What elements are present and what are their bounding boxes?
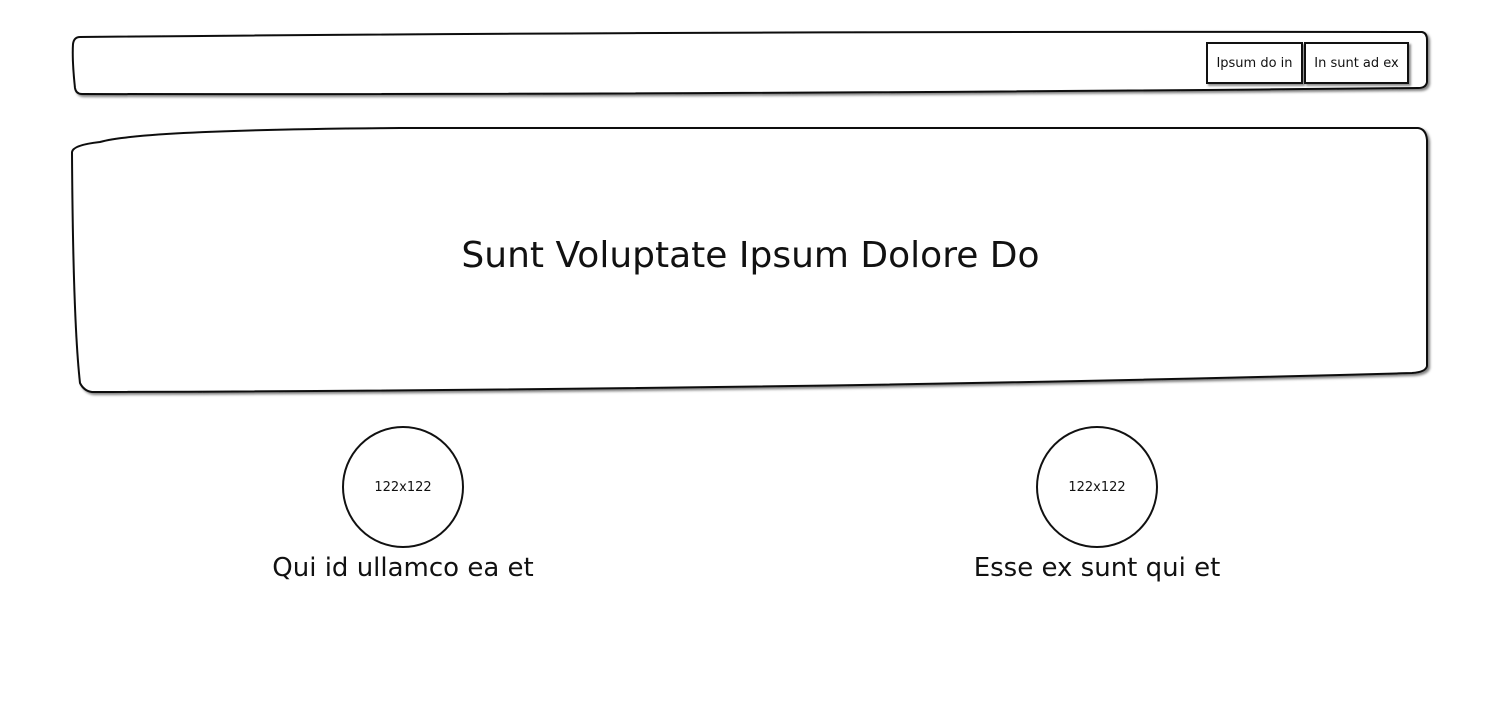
image-size-label: 122x122 bbox=[1068, 479, 1126, 495]
nav-button-ipsum-do-in[interactable]: Ipsum do in bbox=[1206, 42, 1303, 84]
feature-image-placeholder-1: 122x122 bbox=[342, 426, 464, 548]
nav-button-in-sunt-ad-ex[interactable]: In sunt ad ex bbox=[1304, 42, 1409, 84]
image-size-label: 122x122 bbox=[374, 479, 432, 495]
feature-caption-2: Esse ex sunt qui et bbox=[973, 553, 1221, 583]
feature-caption-1: Qui id ullamco ea et bbox=[272, 553, 534, 583]
hero-title: Sunt Voluptate Ipsum Dolore Do bbox=[461, 235, 1040, 276]
feature-image-placeholder-2: 122x122 bbox=[1036, 426, 1158, 548]
